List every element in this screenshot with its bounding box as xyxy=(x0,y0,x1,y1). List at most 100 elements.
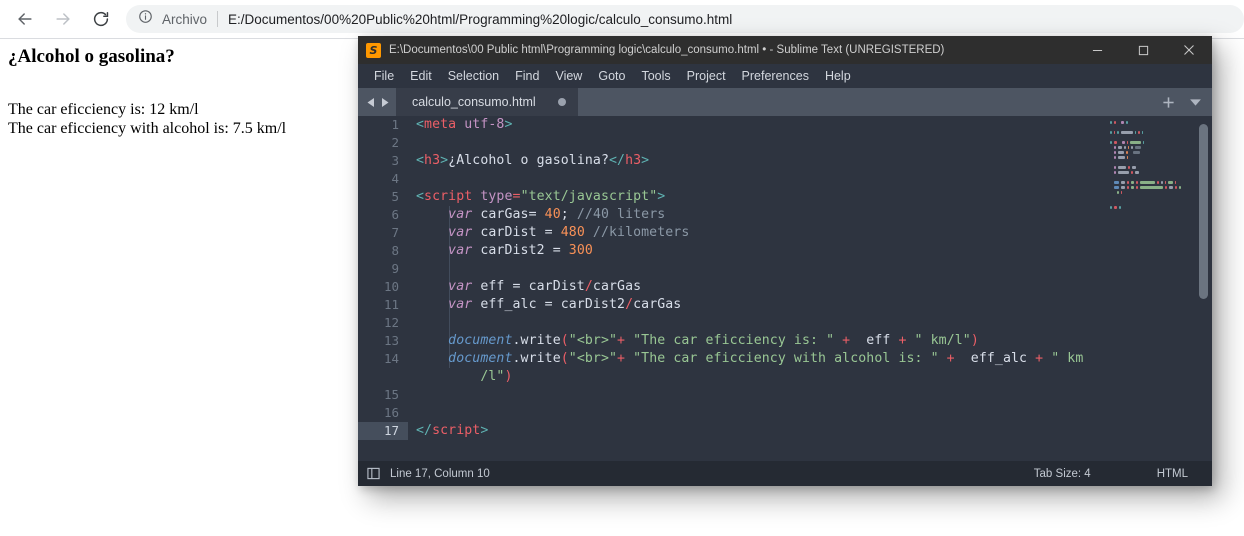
code-line[interactable] xyxy=(416,386,1212,404)
editor-scrollbar-thumb[interactable] xyxy=(1199,124,1208,299)
code-line[interactable] xyxy=(416,260,1212,278)
code-token: eff = carDist xyxy=(472,279,585,294)
code-token: var xyxy=(448,207,473,222)
code-token: + xyxy=(938,351,963,366)
sublime-text-icon xyxy=(366,42,381,58)
gutter-line-number[interactable]: 14 xyxy=(358,350,408,368)
editor-tab-calculo-consumo[interactable]: calculo_consumo.html xyxy=(396,88,578,116)
gutter-line-number[interactable]: 6 xyxy=(358,206,408,224)
omnibox-divider xyxy=(217,11,219,27)
code-line[interactable]: var eff = carDist/carGas xyxy=(416,278,1212,296)
code-editor[interactable]: 1 2 3 4 5 6 7 8 9 10 11 12 13 14 15 16 17 <meta utf-8> <… xyxy=(358,116,1212,461)
code-line[interactable]: var carGas= 40; //40 liters xyxy=(416,206,1212,224)
menu-view[interactable]: View xyxy=(547,64,590,88)
code-line[interactable]: <h3>¿Alcohol o gasolina?</h3> xyxy=(416,152,1212,170)
gutter-line-number[interactable]: 10 xyxy=(358,278,408,296)
code-line[interactable]: document.write("<br>"+ "The car eficcien… xyxy=(416,350,1212,368)
sublime-titlebar[interactable]: E:\Documentos\00 Public html\Programming… xyxy=(358,36,1212,64)
code-token: + xyxy=(1035,351,1044,366)
forward-button[interactable] xyxy=(46,2,80,36)
minimize-button[interactable] xyxy=(1074,36,1120,64)
code-line[interactable]: <script type="text/javascript"> xyxy=(416,188,1212,206)
code-token: eff_alc = carDist2 xyxy=(472,297,626,312)
code-line[interactable]: var carDist = 480 //kilometers xyxy=(416,224,1212,242)
code-line[interactable] xyxy=(416,170,1212,188)
code-token: document xyxy=(448,351,513,366)
info-circle-icon[interactable] xyxy=(138,9,153,29)
gutter-line-number[interactable]: 1 xyxy=(358,116,408,134)
gutter-line-number[interactable]: 17 xyxy=(358,422,408,440)
close-button[interactable] xyxy=(1166,36,1212,64)
code-token: ¿Alcohol o gasolina? xyxy=(448,153,609,168)
code-token: "The car eficciency is: " xyxy=(625,333,835,348)
menu-tools[interactable]: Tools xyxy=(633,64,678,88)
code-token: > xyxy=(657,189,666,204)
code-token: var xyxy=(448,297,473,312)
gutter-line-number[interactable]: 8 xyxy=(358,242,408,260)
back-button[interactable] xyxy=(8,2,42,36)
code-token: "text/javascript" xyxy=(520,189,658,204)
url-text[interactable]: E:/Documentos/00%20Public%20html/Program… xyxy=(228,12,732,27)
code-line[interactable]: var carDist2 = 300 xyxy=(416,242,1212,260)
gutter-line-number[interactable]: 12 xyxy=(358,314,408,332)
code-token: < xyxy=(416,153,425,168)
plus-icon[interactable] xyxy=(1162,96,1175,109)
code-line[interactable] xyxy=(416,314,1212,332)
code-line[interactable] xyxy=(416,404,1212,422)
gutter-line-number[interactable]: 16 xyxy=(358,404,408,422)
menu-selection[interactable]: Selection xyxy=(440,64,507,88)
tab-size-label[interactable]: Tab Size: 4 xyxy=(1034,468,1091,480)
code-token: h3 xyxy=(424,153,441,168)
triangle-right-icon[interactable] xyxy=(380,97,390,108)
code-line[interactable]: <meta utf-8> xyxy=(416,116,1212,134)
gutter-line-number[interactable]: 13 xyxy=(358,332,408,350)
sidebar-toggle-icon[interactable] xyxy=(367,467,380,480)
minimap-row xyxy=(1108,205,1196,210)
unsaved-dot-icon[interactable] xyxy=(557,98,566,106)
menu-goto[interactable]: Goto xyxy=(590,64,633,88)
syntax-label[interactable]: HTML xyxy=(1157,468,1188,480)
sublime-text-window[interactable]: E:\Documentos\00 Public html\Programming… xyxy=(358,36,1212,486)
code-token: "The car eficciency with alcohol is: " xyxy=(625,351,939,366)
reload-button[interactable] xyxy=(84,2,118,36)
code-line[interactable]: var eff_alc = carDist2/carGas xyxy=(416,296,1212,314)
code-token: eff_alc xyxy=(962,351,1036,366)
code-token: ( xyxy=(560,351,569,366)
address-bar[interactable]: Archivo E:/Documentos/00%20Public%20html… xyxy=(126,5,1244,33)
chevron-down-icon[interactable] xyxy=(1189,98,1202,107)
code-line[interactable]: document.write("<br>"+ "The car eficcien… xyxy=(416,332,1212,350)
gutter-line-number[interactable]: 11 xyxy=(358,296,408,314)
code-token: /l" xyxy=(480,369,505,384)
menu-file[interactable]: File xyxy=(366,64,402,88)
code-token: document xyxy=(448,333,513,348)
gutter-line-number[interactable]: 5 xyxy=(358,188,408,206)
code-content[interactable]: <meta utf-8> <h3>¿Alcohol o gasolina?</h… xyxy=(408,116,1212,461)
gutter-line-number[interactable]: 2 xyxy=(358,134,408,152)
gutter-line-number[interactable]: 7 xyxy=(358,224,408,242)
gutter-line-number[interactable]: 15 xyxy=(358,386,408,404)
arrow-left-icon xyxy=(15,9,35,29)
sublime-statusbar: Line 17, Column 10 Tab Size: 4 HTML xyxy=(358,461,1212,486)
code-token: / xyxy=(584,279,593,294)
menu-find[interactable]: Find xyxy=(507,64,547,88)
code-token: "<br>" xyxy=(568,333,618,348)
cursor-position[interactable]: Line 17, Column 10 xyxy=(390,468,490,480)
menu-help[interactable]: Help xyxy=(817,64,859,88)
code-line[interactable]: /l") xyxy=(416,368,1212,386)
gutter-line-number[interactable]: 9 xyxy=(358,260,408,278)
maximize-button[interactable] xyxy=(1120,36,1166,64)
code-token: carGas xyxy=(633,297,682,312)
code-line[interactable]: </script> xyxy=(416,422,1212,440)
editor-minimap[interactable] xyxy=(1108,120,1196,456)
triangle-left-icon[interactable] xyxy=(366,97,376,108)
menu-project[interactable]: Project xyxy=(679,64,734,88)
gutter-wrap-continuation[interactable] xyxy=(358,368,408,386)
menu-edit[interactable]: Edit xyxy=(402,64,440,88)
code-line[interactable] xyxy=(416,134,1212,152)
menu-preferences[interactable]: Preferences xyxy=(734,64,817,88)
gutter-line-number[interactable]: 4 xyxy=(358,170,408,188)
gutter-line-number[interactable]: 3 xyxy=(358,152,408,170)
